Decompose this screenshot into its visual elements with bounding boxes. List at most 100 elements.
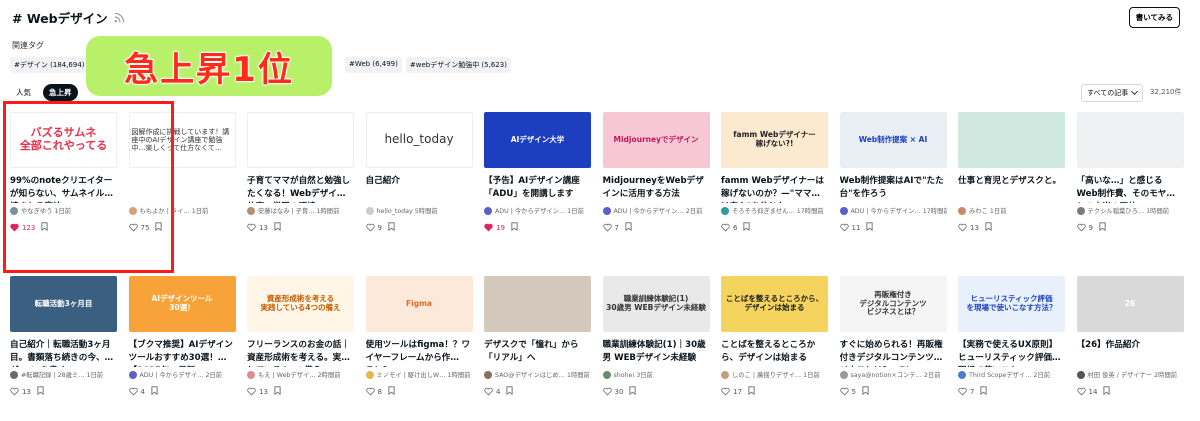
avatar[interactable] (128, 206, 137, 215)
avatar[interactable] (958, 370, 966, 379)
article-thumbnail[interactable]: バズるサムネ 全部これやってる (10, 112, 117, 168)
avatar[interactable] (247, 370, 255, 379)
bookmark-button[interactable] (866, 222, 873, 233)
article-thumbnail[interactable]: 資産形成術を考える 実践している4つの備え (247, 276, 354, 332)
article-card[interactable]: hello_today 自己紹介 hello_today 5時間前 9 (365, 112, 473, 233)
article-card[interactable]: 仕事と育児とデザスクと。 みわこ 1日前 13 (958, 112, 1065, 233)
article-title[interactable]: 【ブクマ推奨】AIデザインツールおすすめ30選！【2025年・最新… (129, 339, 236, 367)
article-author[interactable]: もえ | Webデザイ… 2時間前 (247, 370, 354, 379)
article-card[interactable]: Midjourneyでデザイン MidjourneyをWebデザインに活用する方法… (602, 112, 710, 233)
article-title[interactable]: famm Webデザイナーは稼げないのか？—"ママ向け安心"を信じた… (721, 175, 828, 203)
bookmark-button[interactable] (980, 386, 988, 397)
bookmark-button[interactable] (985, 222, 992, 233)
article-card[interactable]: AIデザイン大学 【予告】AIデザイン講座「ADU」を開講します ADU | 今から… (484, 112, 591, 233)
tab-rising[interactable]: 急上昇 (43, 84, 78, 101)
article-author[interactable]: 村田 俊英 / デザイナー 2時間前 (1076, 370, 1184, 379)
article-thumbnail[interactable]: Figma (365, 276, 473, 332)
article-card[interactable]: Web制作提案 × AI Web制作提案はAIで"たた台"を作ろう ADU | 今か… (839, 112, 947, 233)
article-title[interactable]: デザスクで「憧れ」から「リアル」へ (484, 339, 591, 367)
like-button[interactable]: 75 (128, 223, 149, 232)
article-author[interactable]: そろそろ仰ぎません… 17時間前 (721, 206, 828, 215)
avatar[interactable] (10, 370, 18, 379)
article-title[interactable]: Web制作提案はAIで"たた台"を作ろう (840, 175, 947, 203)
article-thumbnail[interactable]: AIデザインツール 30選！ (128, 276, 236, 332)
article-thumbnail[interactable] (1076, 112, 1184, 168)
article-card[interactable]: ヒューリスティック評価 を現場で使いこなす方法？ 【実務で使えるUX原則】ヒューリ… (958, 276, 1065, 397)
avatar[interactable] (721, 206, 729, 215)
article-thumbnail[interactable]: 転職活動3ヶ月目 (10, 276, 117, 332)
related-tag[interactable]: #Web (6,499) (345, 57, 402, 73)
avatar[interactable] (602, 370, 611, 379)
bookmark-button[interactable] (862, 386, 869, 397)
like-button[interactable]: 13 (10, 387, 31, 396)
bookmark-button[interactable] (41, 222, 48, 233)
article-author[interactable]: ミノモイ | 駆け出しW… 1時間前 (365, 370, 473, 379)
bookmark-button[interactable] (511, 222, 518, 233)
tab-popular[interactable]: 人気 (10, 84, 37, 101)
article-thumbnail[interactable]: 再販権付き デジタルコンテンツ ビジネスとは？ (839, 276, 947, 332)
write-button[interactable]: 書いてみる (1128, 7, 1180, 28)
avatar[interactable] (602, 206, 611, 215)
bookmark-button[interactable] (274, 386, 281, 397)
like-button[interactable]: 4 (484, 387, 500, 396)
article-author[interactable]: hello_today 5時間前 (365, 206, 473, 215)
bookmark-button[interactable] (625, 222, 632, 233)
article-card[interactable]: バズるサムネ 全部これやってる 99%のnoteクリエイターが知らない、サムネイル… (10, 112, 117, 233)
article-card[interactable]: 26 【26】作品紹介 村田 俊英 / デザイナー 2時間前 14 (1076, 276, 1184, 397)
article-card[interactable]: AIデザインツール 30選！ 【ブクマ推奨】AIデザインツールおすすめ30選！【2… (128, 276, 236, 397)
like-button[interactable]: 9 (365, 223, 382, 232)
article-title[interactable]: 【予告】AIデザイン講座「ADU」を開講します (484, 175, 591, 203)
article-title[interactable]: 自己紹介 (366, 175, 473, 203)
bookmark-button[interactable] (1103, 386, 1110, 397)
article-thumbnail[interactable]: Web制作提案 × AI (839, 112, 947, 168)
like-button[interactable]: 14 (1076, 387, 1097, 396)
article-author[interactable]: ADU | 今からデザイン… 2日前 (602, 206, 710, 215)
article-title[interactable]: 仕事と育児とデザスクと。 (958, 175, 1065, 203)
like-button[interactable]: 8 (365, 387, 382, 396)
bookmark-button[interactable] (748, 386, 755, 397)
bookmark-button[interactable] (629, 386, 636, 397)
article-thumbnail[interactable]: Midjourneyでデザイン (602, 112, 710, 168)
like-button[interactable]: 7 (958, 387, 974, 396)
article-title[interactable]: 使用ツールはfigma！？ワイヤーフレームから作る！？ (366, 339, 473, 367)
rss-icon[interactable] (114, 12, 125, 23)
article-title[interactable]: 【実務で使えるUX原則】ヒューリスティック評価を現場で使いこな… (958, 339, 1065, 367)
avatar[interactable] (1076, 370, 1085, 379)
avatar[interactable] (839, 370, 848, 379)
article-thumbnail[interactable]: famm Webデザイナー 稼げない?! (721, 112, 828, 168)
article-card[interactable]: 子育てママが自然と勉強したくなる！Webデザイン仕事・学習の環境… 安藤はなみ |… (247, 112, 354, 233)
bookmark-button[interactable] (1099, 222, 1106, 233)
avatar[interactable] (484, 206, 492, 215)
bookmark-button[interactable] (506, 386, 514, 397)
article-title[interactable]: すぐに始められる！再販権付きデジタルコンテンツビジネスとは？～PL… (840, 339, 947, 367)
article-thumbnail[interactable] (958, 112, 1065, 168)
like-button[interactable]: 13 (958, 223, 979, 232)
avatar[interactable] (365, 370, 374, 379)
like-button[interactable]: 4 (128, 387, 145, 396)
like-button[interactable]: 123 (10, 223, 35, 232)
avatar[interactable] (128, 370, 137, 379)
avatar[interactable] (484, 370, 492, 379)
like-button[interactable]: 6 (721, 223, 737, 232)
bookmark-button[interactable] (151, 386, 158, 397)
article-card[interactable]: 「高いな…」と感じるWeb制作費、そのモヤモヤの本当の正体 — … テクシル稲葉ひ… (1076, 112, 1184, 233)
article-title[interactable] (129, 175, 236, 203)
article-title[interactable]: 子育てママが自然と勉強したくなる！Webデザイン仕事・学習の環境… (247, 175, 354, 203)
bookmark-button[interactable] (274, 222, 281, 233)
article-author[interactable]: #転職記録 | 28歳ミ… 1日前 (10, 370, 117, 379)
article-title[interactable]: 【26】作品紹介 (1077, 339, 1184, 367)
article-title[interactable]: 99%のnoteクリエイターが知らない、サムネイルで読まれる裏技 (10, 175, 117, 203)
like-button[interactable]: 7 (602, 223, 619, 232)
article-author[interactable]: やなぎゆう 1日前 (10, 206, 117, 215)
avatar[interactable] (839, 206, 848, 215)
avatar[interactable] (958, 206, 966, 215)
article-author[interactable]: ADU | 今からデザイ… 2日前 (128, 370, 236, 379)
article-thumbnail[interactable]: ヒューリスティック評価 を現場で使いこなす方法？ (958, 276, 1065, 332)
article-card[interactable]: Figma 使用ツールはfigma！？ワイヤーフレームから作る！？ ミノモイ | 駆… (365, 276, 473, 397)
bookmark-button[interactable] (155, 222, 162, 233)
article-card[interactable]: ことばを整えるところから、デザインは始まる ことばを整えるところから、デザインは始… (721, 276, 828, 397)
article-card[interactable]: 職業訓練体験記(1) 30歳男 WEBデザイン未経験 職業訓練体験記(1)｜30歳… (602, 276, 710, 397)
article-thumbnail[interactable]: 図解作成に挑戦しています！講座中のAIデザイン講座で勉強中…楽しくって仕方なくて… (128, 112, 236, 168)
article-card[interactable]: famm Webデザイナー 稼げない?! famm Webデザイナーは稼げないのか… (721, 112, 828, 233)
article-author[interactable]: SAO@デザインはじめ… 1時間前 (484, 370, 591, 379)
